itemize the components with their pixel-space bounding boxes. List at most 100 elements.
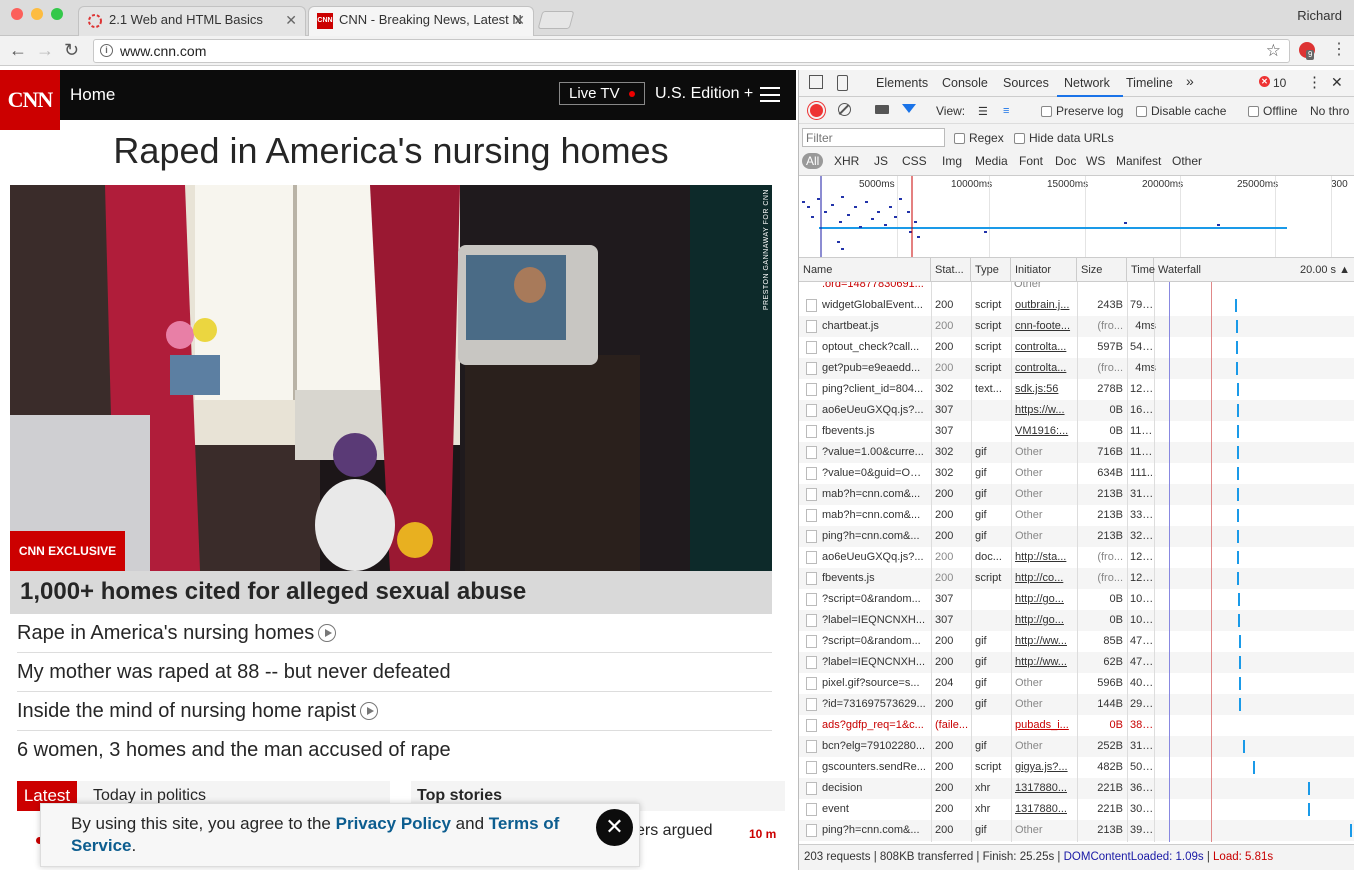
extension-icon[interactable]: 9	[1299, 42, 1315, 60]
edition-selector[interactable]: U.S. Edition +	[655, 85, 753, 103]
clear-icon[interactable]	[838, 103, 851, 116]
cell-initiator[interactable]: outbrain.j...	[1015, 295, 1073, 316]
throttling-select[interactable]: No thro	[1310, 104, 1349, 118]
info-icon[interactable]: i	[100, 44, 113, 57]
type-filter-js[interactable]: JS	[870, 153, 892, 169]
cell-time: 31ms	[1130, 488, 1156, 500]
cnn-logo[interactable]: CNN	[0, 70, 60, 130]
reload-icon[interactable]: ↻	[64, 40, 79, 60]
cell-initiator[interactable]: controlta...	[1015, 358, 1073, 379]
overview-request-mark	[1124, 222, 1127, 224]
column-time[interactable]: Time	[1127, 258, 1155, 282]
cell-initiator[interactable]: 1317880...	[1015, 799, 1073, 820]
cell-initiator[interactable]: sdk.js:56	[1015, 379, 1073, 400]
file-icon	[806, 593, 817, 606]
tab-elements[interactable]: Elements	[876, 76, 928, 90]
cell-initiator[interactable]: VM1916:...	[1015, 421, 1073, 442]
type-filter-other[interactable]: Other	[1168, 153, 1206, 169]
record-icon[interactable]	[810, 104, 823, 117]
cell-initiator[interactable]: http://ww...	[1015, 652, 1073, 673]
tab-sources[interactable]: Sources	[1003, 76, 1049, 90]
address-bar[interactable]: i www.cnn.com ☆	[93, 39, 1290, 63]
forward-arrow-icon[interactable]: →	[36, 40, 54, 60]
live-tv-button[interactable]: Live TV	[559, 82, 645, 105]
story-link[interactable]: My mother was raped at 88 -- but never d…	[17, 653, 772, 692]
cell-initiator[interactable]: cnn-foote...	[1015, 316, 1073, 337]
new-tab-button[interactable]	[537, 11, 575, 29]
column-status[interactable]: Stat...	[931, 258, 971, 282]
type-filter-media[interactable]: Media	[971, 153, 1012, 169]
bookmark-star-icon[interactable]: ☆	[1266, 40, 1281, 62]
error-count[interactable]: 10	[1273, 76, 1286, 90]
partial-story-text[interactable]: ers argued	[636, 822, 713, 840]
column-waterfall[interactable]: Waterfall 20.00 s ▲	[1154, 258, 1354, 282]
waterfall-bar	[1236, 362, 1239, 375]
close-devtools-icon[interactable]: ✕	[1331, 74, 1343, 91]
regex-checkbox[interactable]: Regex	[954, 131, 1004, 145]
cell-initiator[interactable]: https://w...	[1015, 400, 1073, 421]
filter-bar: Regex Hide data URLs All XHR JS CSS Img Media…	[799, 124, 1354, 176]
type-filter-css[interactable]: CSS	[898, 153, 931, 169]
menu-kebab-icon[interactable]: ⋮	[1331, 41, 1347, 59]
capture-screenshots-icon[interactable]	[875, 105, 889, 114]
tab-network[interactable]: Network	[1064, 76, 1110, 90]
story-link[interactable]: 6 women, 3 homes and the man accused of …	[17, 731, 772, 770]
web-page: Home Live TV U.S. Edition + CNN Raped in…	[0, 70, 796, 870]
offline-checkbox[interactable]: Offline	[1248, 104, 1297, 118]
close-window-button[interactable]	[11, 8, 23, 20]
column-initiator[interactable]: Initiator	[1011, 258, 1077, 282]
tab-timeline[interactable]: Timeline	[1126, 76, 1173, 90]
story-link[interactable]: Rape in America's nursing homes	[17, 614, 772, 653]
cell-initiator[interactable]: http://sta...	[1015, 547, 1073, 568]
type-filter-ws[interactable]: WS	[1082, 153, 1109, 169]
column-size[interactable]: Size	[1077, 258, 1127, 282]
cell-initiator[interactable]: pubads_i...	[1015, 715, 1073, 736]
inspect-element-icon[interactable]	[809, 75, 823, 89]
cell-initiator[interactable]: 1317880...	[1015, 778, 1073, 799]
tab-console[interactable]: Console	[942, 76, 988, 90]
minimize-window-button[interactable]	[31, 8, 43, 20]
devtools-menu-icon[interactable]: ⋮	[1307, 73, 1322, 91]
disable-cache-checkbox[interactable]: Disable cache	[1136, 104, 1226, 118]
privacy-policy-link[interactable]: Privacy Policy	[336, 814, 451, 833]
tab-web-html-basics[interactable]: 2.1 Web and HTML Basics ✕	[78, 6, 306, 36]
close-tab-icon[interactable]: ✕	[513, 7, 525, 33]
cell-initiator[interactable]: http://go...	[1015, 589, 1073, 610]
cell-initiator[interactable]: controlta...	[1015, 337, 1073, 358]
overview-icon[interactable]: ≡	[1003, 105, 1009, 117]
file-icon	[806, 341, 817, 354]
column-divider	[931, 282, 932, 842]
cell-initiator[interactable]: http://ww...	[1015, 631, 1073, 652]
hero-image[interactable]: PRESTON GANNAWAY FOR CNN	[10, 185, 772, 571]
type-filter-font[interactable]: Font	[1015, 153, 1047, 169]
exclusive-badge: CNN EXCLUSIVE	[10, 531, 125, 571]
more-tabs-icon[interactable]: »	[1186, 73, 1194, 89]
preserve-log-checkbox[interactable]: Preserve log	[1041, 104, 1123, 118]
column-type[interactable]: Type	[971, 258, 1011, 282]
story-link[interactable]: Inside the mind of nursing home rapist	[17, 692, 772, 731]
back-arrow-icon[interactable]: ←	[9, 40, 27, 60]
filter-icon[interactable]	[902, 104, 916, 113]
cell-initiator[interactable]: http://go...	[1015, 610, 1073, 631]
type-filter-manifest[interactable]: Manifest	[1112, 153, 1165, 169]
cell-initiator[interactable]: http://co...	[1015, 568, 1073, 589]
device-mode-icon[interactable]	[837, 75, 848, 91]
cell-initiator[interactable]: gigya.js?...	[1015, 757, 1073, 778]
type-filter-doc[interactable]: Doc	[1051, 153, 1080, 169]
type-filter-img[interactable]: Img	[938, 153, 966, 169]
large-rows-icon[interactable]: ☰	[978, 105, 988, 118]
nav-home-link[interactable]: Home	[70, 85, 115, 105]
close-cookie-banner-button[interactable]: ✕	[596, 809, 633, 846]
type-filter-all[interactable]: All	[802, 153, 824, 169]
maximize-window-button[interactable]	[51, 8, 63, 20]
type-filter-xhr[interactable]: XHR	[830, 153, 863, 169]
page-headline[interactable]: Raped in America's nursing homes	[0, 130, 782, 172]
hero-caption-link[interactable]: 1,000+ homes cited for alleged sexual ab…	[10, 571, 772, 614]
column-name[interactable]: Name	[799, 258, 931, 282]
filter-input[interactable]	[802, 128, 945, 147]
hamburger-menu-icon[interactable]	[760, 87, 780, 102]
hide-data-urls-checkbox[interactable]: Hide data URLs	[1014, 131, 1114, 145]
tab-cnn[interactable]: CNN CNN - Breaking News, Latest N ✕	[308, 6, 534, 36]
close-tab-icon[interactable]: ✕	[285, 7, 297, 33]
profile-name[interactable]: Richard	[1297, 8, 1342, 23]
